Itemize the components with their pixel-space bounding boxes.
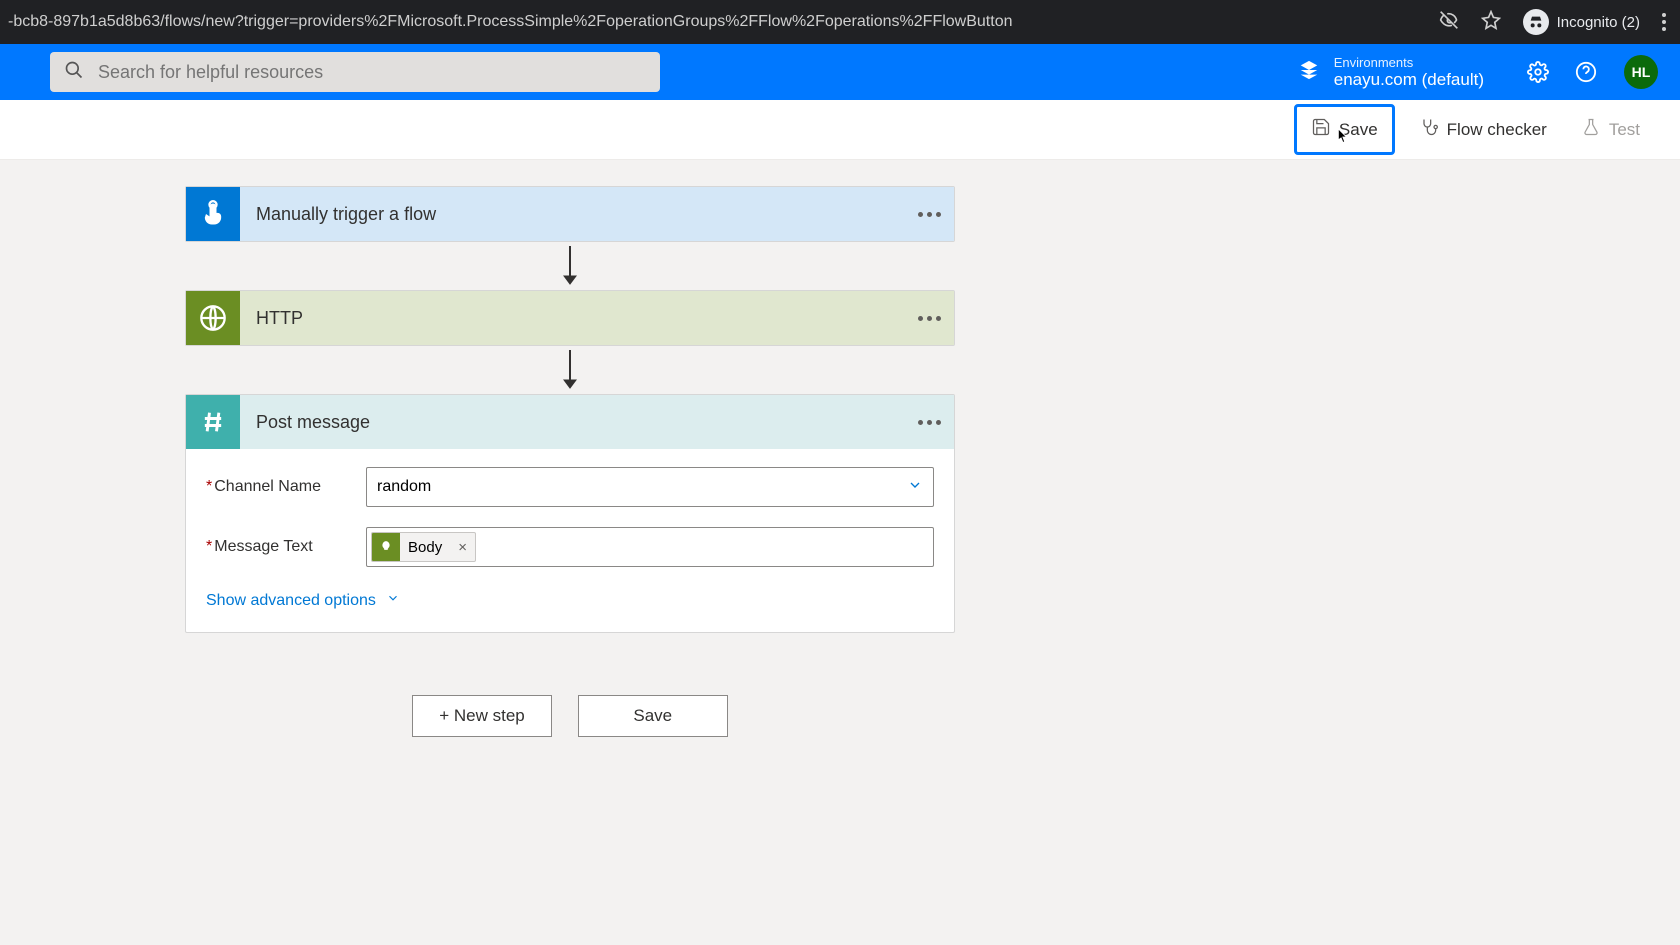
stethoscope-icon — [1419, 117, 1439, 142]
incognito-icon — [1523, 9, 1549, 35]
channel-name-select[interactable]: random — [366, 467, 934, 507]
hash-icon — [186, 395, 240, 449]
touch-icon — [186, 187, 240, 241]
search-box[interactable] — [50, 52, 660, 92]
http-card[interactable]: HTTP — [185, 290, 955, 346]
slack-card[interactable]: Post message *Channel Name random — [185, 394, 955, 633]
new-step-button[interactable]: + New step — [412, 695, 552, 737]
browser-menu-icon[interactable] — [1662, 13, 1666, 31]
help-button[interactable] — [1572, 58, 1600, 86]
save-icon — [1311, 117, 1331, 142]
search-input[interactable] — [98, 62, 646, 83]
chevron-down-icon — [907, 477, 923, 498]
message-text-input[interactable]: Body × — [366, 527, 934, 567]
test-button[interactable]: Test — [1571, 111, 1650, 148]
globe-icon — [186, 291, 240, 345]
token-remove-button[interactable]: × — [450, 539, 475, 556]
search-icon — [64, 60, 84, 85]
card-menu-button[interactable] — [904, 316, 954, 321]
trigger-card[interactable]: Manually trigger a flow — [185, 186, 955, 242]
incognito-label: Incognito (2) — [1557, 14, 1640, 31]
http-title: HTTP — [240, 308, 904, 329]
flask-icon — [1581, 117, 1601, 142]
flow-checker-label: Flow checker — [1447, 120, 1547, 140]
channel-name-label: *Channel Name — [206, 478, 366, 496]
designer-toolbar: Save Flow checker Test — [0, 100, 1680, 160]
environment-label: Environments — [1334, 55, 1484, 70]
save-label: Save — [1339, 120, 1378, 140]
connector-arrow[interactable] — [557, 242, 583, 290]
browser-chrome: -bcb8-897b1a5d8b63/flows/new?trigger=pro… — [0, 0, 1680, 44]
incognito-badge[interactable]: Incognito (2) — [1523, 9, 1640, 35]
gear-icon — [1527, 61, 1549, 83]
lightbulb-icon — [372, 532, 400, 562]
address-bar[interactable]: -bcb8-897b1a5d8b63/flows/new?trigger=pro… — [8, 13, 1439, 31]
environment-picker[interactable]: Environments enayu.com (default) — [1298, 55, 1484, 90]
dynamic-token-body[interactable]: Body × — [371, 532, 476, 562]
app-header: Environments enayu.com (default) HL — [0, 44, 1680, 100]
test-label: Test — [1609, 120, 1640, 140]
environment-value: enayu.com (default) — [1334, 70, 1484, 90]
environment-icon — [1298, 59, 1320, 86]
connector-arrow[interactable] — [557, 346, 583, 394]
settings-button[interactable] — [1524, 58, 1552, 86]
slack-title: Post message — [240, 412, 904, 433]
save-flow-button[interactable]: Save — [578, 695, 728, 737]
eye-off-icon[interactable] — [1439, 10, 1459, 35]
chevron-down-icon — [386, 591, 400, 610]
save-button[interactable]: Save — [1294, 104, 1395, 155]
channel-name-value: random — [377, 478, 431, 496]
avatar[interactable]: HL — [1624, 55, 1658, 89]
star-icon[interactable] — [1481, 10, 1501, 35]
flow-canvas[interactable]: Manually trigger a flow HTTP — [0, 160, 1680, 945]
message-text-label: *Message Text — [206, 538, 366, 556]
show-advanced-link[interactable]: Show advanced options — [206, 591, 400, 610]
trigger-title: Manually trigger a flow — [240, 204, 904, 225]
token-name: Body — [400, 539, 450, 556]
question-icon — [1575, 61, 1597, 83]
card-menu-button[interactable] — [904, 212, 954, 217]
card-menu-button[interactable] — [904, 420, 954, 425]
flow-checker-button[interactable]: Flow checker — [1409, 111, 1557, 148]
